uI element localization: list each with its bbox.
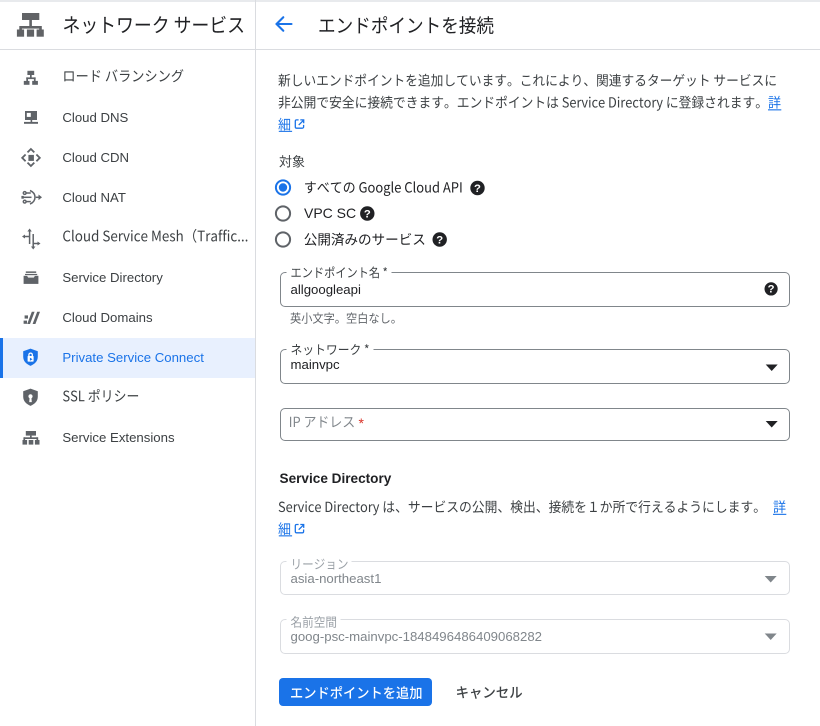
- svg-text:?: ?: [364, 208, 371, 220]
- svg-text:?: ?: [474, 183, 481, 195]
- svg-text:?: ?: [436, 234, 443, 246]
